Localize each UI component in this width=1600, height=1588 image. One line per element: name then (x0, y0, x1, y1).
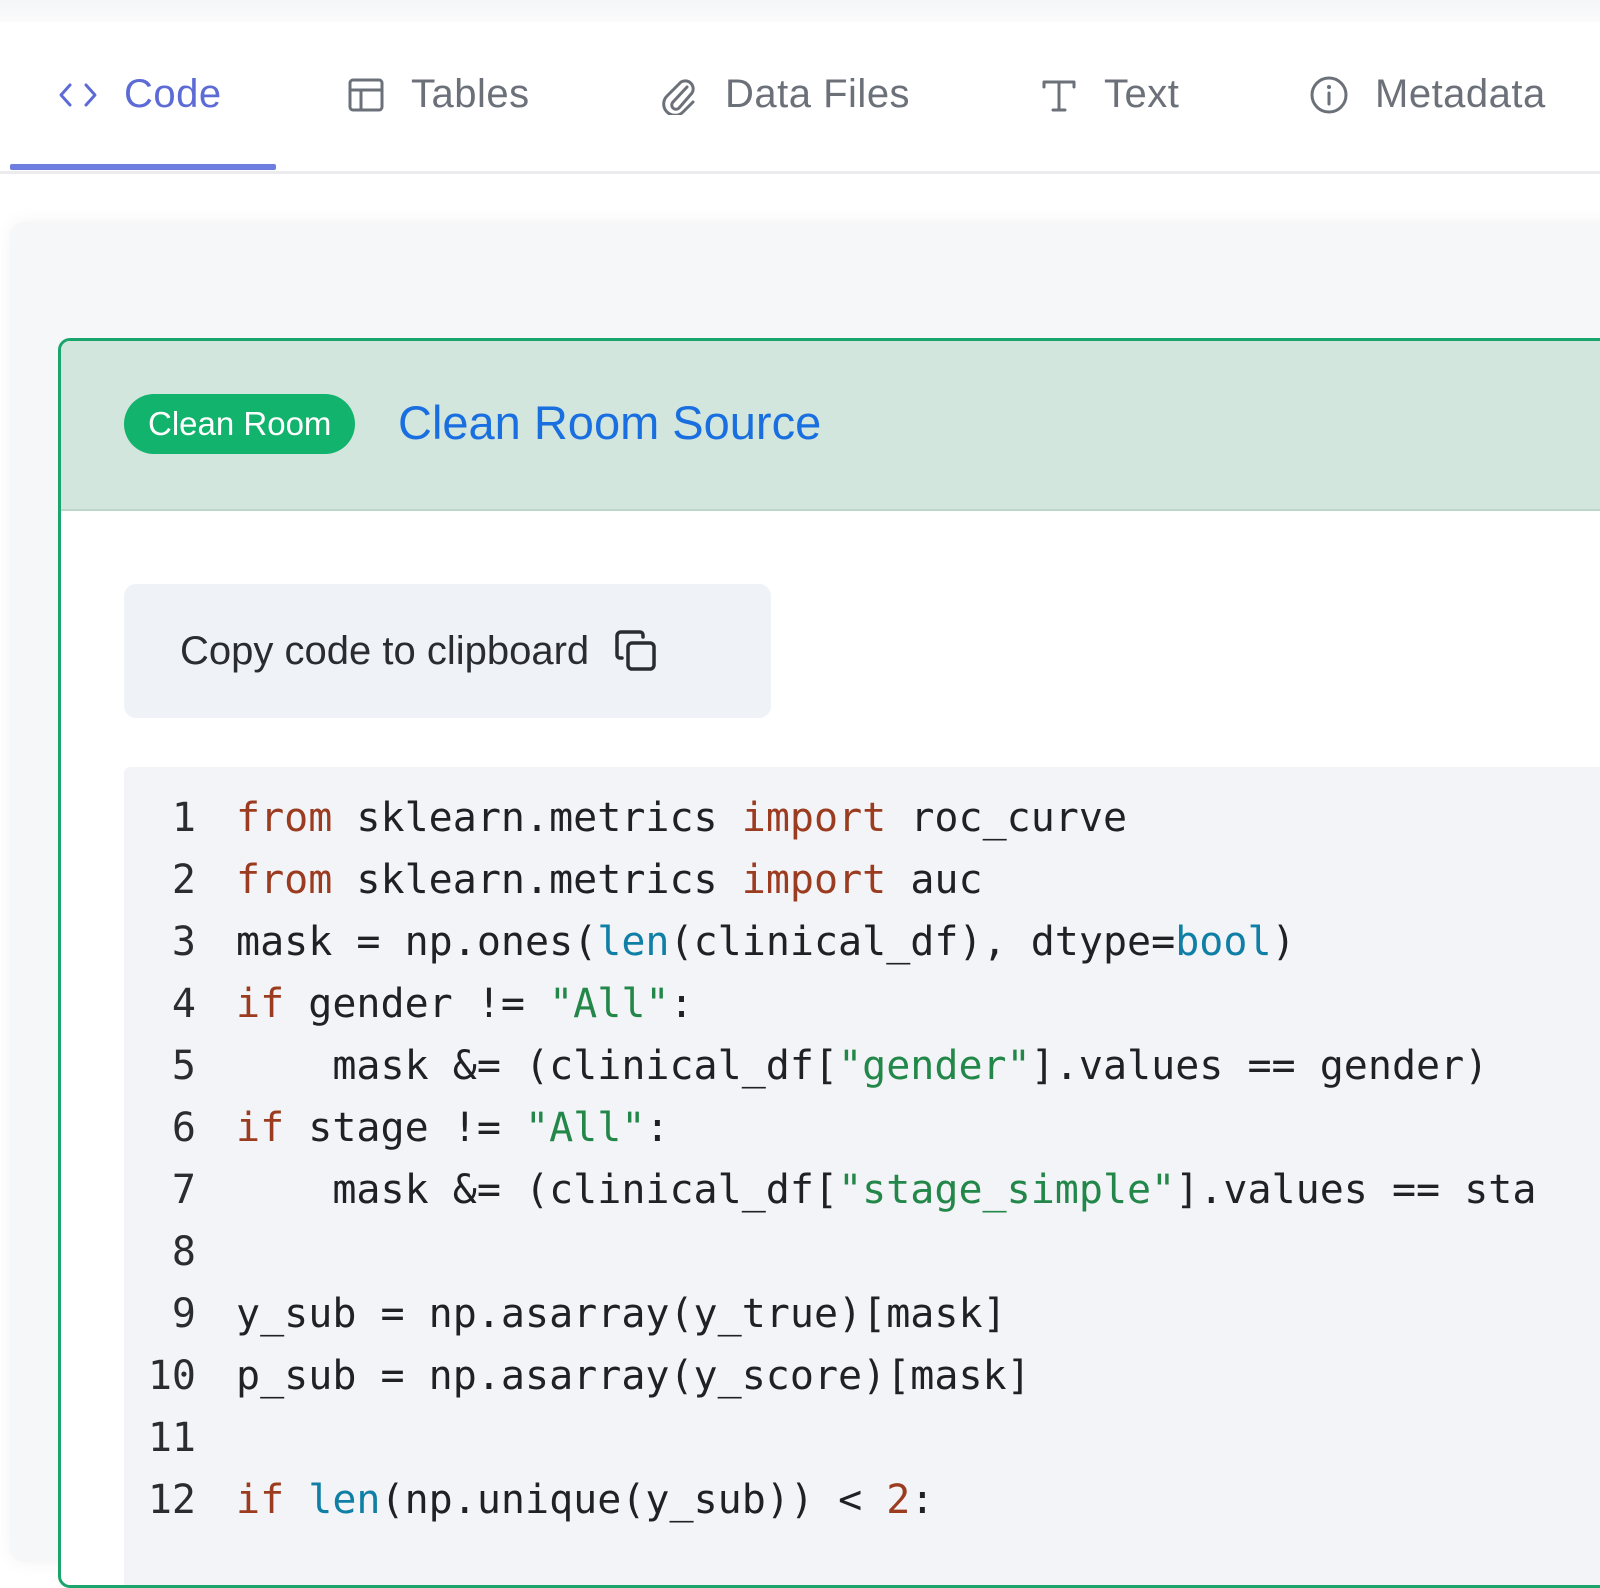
code-token: ) (1271, 919, 1296, 965)
code-text: if gender != "All": (236, 973, 694, 1035)
code-icon (58, 79, 98, 111)
copy-icon (613, 628, 659, 674)
code-token: len (308, 1477, 381, 1523)
clean-room-card: Clean Room Clean Room Source Copy code t… (58, 338, 1600, 1588)
copy-code-label: Copy code to clipboard (180, 628, 590, 673)
code-token: "All" (525, 1105, 646, 1151)
paperclip-icon (659, 75, 699, 115)
code-token: len (597, 919, 670, 965)
code-line: 4 if gender != "All": (124, 973, 694, 1035)
code-line: 7 mask &= (clinical_df["stage_simple"].v… (124, 1159, 1537, 1221)
tab-text[interactable]: Text (1040, 72, 1179, 117)
code-token: ].values == sta (1175, 1167, 1537, 1213)
line-number: 3 (171, 919, 196, 965)
line-number: 2 (171, 857, 196, 903)
code-line: 10 p_sub = np.asarray(y_score)[mask] (124, 1345, 1031, 1407)
code-token: p_sub = np.asarray(y_score)[mask] (236, 1353, 1031, 1399)
code-text: mask &= (clinical_df["gender"].values ==… (236, 1035, 1488, 1097)
code-block[interactable]: 1 from sklearn.metrics import roc_curve 2 f… (124, 767, 1600, 1585)
copy-code-button[interactable]: Copy code to clipboard (124, 584, 771, 718)
code-token: from (236, 795, 333, 841)
code-token: if (236, 981, 285, 1027)
code-line: 2 from sklearn.metrics import auc (124, 849, 983, 911)
code-line: 1 from sklearn.metrics import roc_curve (124, 787, 1127, 849)
code-token: (np.unique(y_sub)) < (380, 1477, 887, 1523)
tab-metadata-label: Metadata (1375, 72, 1546, 116)
table-icon (347, 76, 385, 114)
code-line: 3 mask = np.ones(len(clinical_df), dtype=… (124, 911, 1296, 973)
code-token: roc_curve (886, 795, 1128, 841)
tab-code-label: Code (124, 72, 222, 116)
tab-text-label: Text (1104, 72, 1180, 116)
tab-tables-label: Tables (411, 72, 530, 116)
code-token: (clinical_df), dtype= (669, 919, 1176, 965)
code-text: mask &= (clinical_df["stage_simple"].val… (236, 1159, 1536, 1221)
clean-room-badge: Clean Room (124, 394, 356, 454)
code-text: if stage != "All": (236, 1097, 670, 1159)
code-token: import (741, 857, 887, 903)
code-text: if len(np.unique(y_sub)) < 2: (236, 1469, 934, 1531)
code-token: y_sub = np.asarray(y_true)[mask] (236, 1291, 1007, 1337)
code-line: 9 y_sub = np.asarray(y_true)[mask] (124, 1283, 1007, 1345)
code-token: if (236, 1105, 285, 1151)
line-number: 11 (147, 1415, 196, 1461)
code-token: : (910, 1477, 935, 1523)
line-number: 5 (171, 1043, 196, 1089)
code-text: y_sub = np.asarray(y_true)[mask] (236, 1283, 1007, 1345)
code-token: mask = np.ones( (236, 919, 598, 965)
line-number: 9 (171, 1291, 196, 1337)
line-number: 1 (171, 795, 196, 841)
code-token: if (236, 1477, 285, 1523)
code-line: 5 mask &= (clinical_df["gender"].values … (124, 1035, 1488, 1097)
code-token: mask &= (clinical_df[ (236, 1043, 839, 1089)
code-token: "stage_simple" (838, 1167, 1176, 1213)
line-number: 7 (171, 1167, 196, 1213)
tab-tables[interactable]: Tables (347, 72, 530, 117)
code-text: from sklearn.metrics import auc (236, 849, 983, 911)
code-token: : (669, 981, 694, 1027)
code-line: 12 if len(np.unique(y_sub)) < 2: (124, 1469, 935, 1531)
code-token: 2 (886, 1477, 911, 1523)
window-top-strip (0, 0, 1600, 22)
code-token: gender != (284, 981, 550, 1027)
info-icon (1309, 75, 1349, 115)
code-token: auc (886, 857, 983, 903)
code-token: ].values == gender) (1030, 1043, 1489, 1089)
code-token: sklearn.metrics (332, 857, 742, 903)
code-line: 8 (124, 1221, 196, 1283)
code-token: bool (1175, 919, 1272, 965)
card-title: Clean Room Source (398, 396, 822, 449)
line-number: 4 (171, 981, 196, 1027)
tab-code[interactable]: Code (58, 72, 222, 117)
line-number: 10 (147, 1353, 196, 1399)
code-text: p_sub = np.asarray(y_score)[mask] (236, 1345, 1031, 1407)
card-header: Clean Room Clean Room Source (61, 341, 1600, 511)
tab-data-files[interactable]: Data Files (659, 72, 910, 117)
line-number: 6 (171, 1105, 196, 1151)
code-token: import (741, 795, 887, 841)
code-token: "gender" (838, 1043, 1031, 1089)
code-token: : (645, 1105, 670, 1151)
line-number: 8 (171, 1229, 196, 1275)
code-line: 11 (124, 1407, 196, 1469)
code-line: 6 if stage != "All": (124, 1097, 670, 1159)
line-number: 12 (147, 1477, 196, 1523)
code-token: "All" (549, 981, 670, 1027)
tab-metadata[interactable]: Metadata (1309, 72, 1546, 117)
code-token: stage != (284, 1105, 525, 1151)
code-token: sklearn.metrics (332, 795, 742, 841)
text-icon (1040, 76, 1078, 114)
code-text: mask = np.ones(len(clinical_df), dtype=b… (236, 911, 1296, 973)
code-text: from sklearn.metrics import roc_curve (236, 787, 1127, 849)
code-token: mask &= (clinical_df[ (236, 1167, 839, 1213)
tab-data-files-label: Data Files (725, 72, 911, 116)
tab-bar: Code Tables Data Files Text Metadata (0, 22, 1600, 174)
code-token: from (236, 857, 333, 903)
active-tab-indicator (10, 164, 276, 170)
